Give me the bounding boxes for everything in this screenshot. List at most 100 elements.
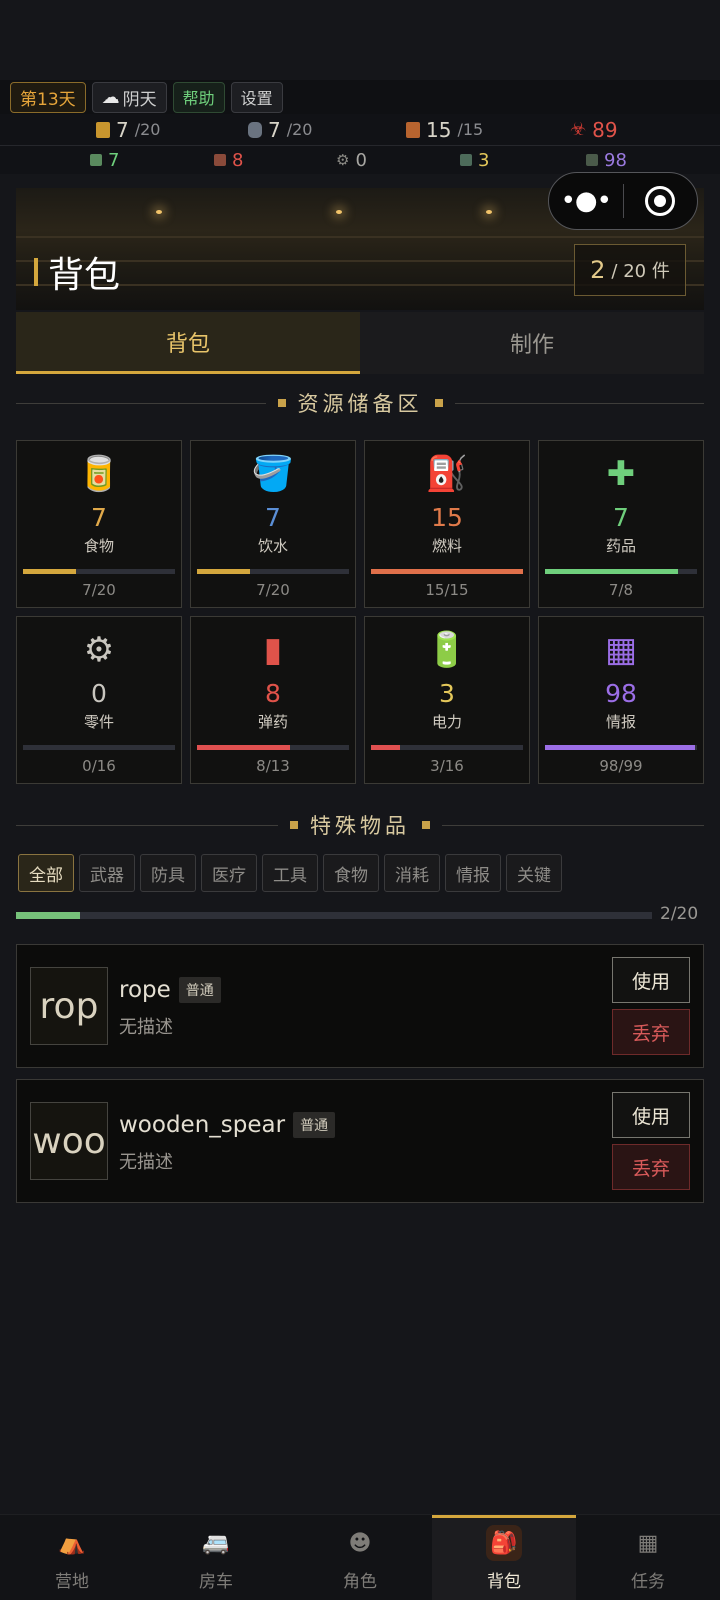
- resource-label: 零件: [83, 713, 114, 731]
- fuel-icon: [406, 121, 420, 138]
- use-button[interactable]: 使用: [612, 957, 690, 1003]
- resource-bar: [545, 569, 697, 574]
- stat-ammo-value: 8: [232, 149, 244, 171]
- nav-character[interactable]: ☻ 角色: [288, 1515, 432, 1600]
- stat-parts-value: 7: [108, 149, 120, 171]
- resource-card: 🥫 7 食物 7/20: [16, 440, 182, 608]
- tab-backpack[interactable]: 背包: [16, 312, 360, 374]
- stat-water-value: 7: [268, 117, 281, 142]
- camp-icon: ⛺: [58, 1530, 86, 1556]
- resource-bar-fill: [197, 569, 251, 574]
- stat-food-value: 7: [116, 117, 129, 142]
- settings-button[interactable]: 设置: [230, 81, 283, 113]
- special-items-header: 特殊物品: [16, 810, 704, 840]
- nav-tasks[interactable]: ▦ 任务: [576, 1515, 720, 1600]
- item-description: 无描述: [119, 1152, 173, 1173]
- page-title: 背包: [34, 246, 120, 298]
- stat-food-max: /20: [134, 120, 161, 139]
- tab-bar: 背包 制作: [16, 312, 704, 374]
- resource-label: 食物: [83, 537, 114, 555]
- tasks-icon: ▦: [637, 1530, 659, 1556]
- biohazard-icon: ☣: [570, 119, 587, 140]
- intel-files-icon: ▦: [604, 630, 638, 670]
- resource-card: ▮ 8 弹药 8/13: [190, 616, 356, 784]
- resource-capacity: 7/8: [608, 581, 634, 599]
- help-button[interactable]: 帮助: [172, 81, 225, 113]
- resource-card: 🪣 7 饮水 7/20: [190, 440, 356, 608]
- capacity-count: 2: [590, 256, 606, 284]
- stat-intel: 98: [586, 150, 627, 171]
- stat-gear: ⚙ 0: [336, 150, 367, 171]
- bottom-nav: ⛺ 营地 🚐 房车 ☻ 角色 🎒 背包 ▦ 任务: [0, 1514, 720, 1600]
- filter-armor[interactable]: 防具: [140, 854, 196, 892]
- filter-medical[interactable]: 医疗: [201, 854, 257, 892]
- filter-food[interactable]: 食物: [323, 854, 379, 892]
- ammo-icon: [214, 154, 226, 166]
- day-badge: 第13天: [10, 81, 86, 113]
- resource-capacity: 0/16: [82, 757, 116, 775]
- tab-crafting[interactable]: 制作: [360, 312, 704, 374]
- nav-label: 房车: [199, 1572, 233, 1592]
- stat-fuel-max: /15: [457, 120, 484, 139]
- battery-icon: [460, 154, 472, 166]
- filter-consumables[interactable]: 消耗: [384, 854, 440, 892]
- discard-button[interactable]: 丢弃: [612, 1144, 690, 1190]
- resource-value: 15: [431, 503, 463, 532]
- resource-capacity: 98/99: [599, 757, 643, 775]
- stat-threat-value: 89: [592, 117, 618, 142]
- resource-card: ⚙ 0 零件 0/16: [16, 616, 182, 784]
- intel-icon: [586, 154, 598, 166]
- battery-icon: 🔋: [425, 630, 469, 670]
- mini-program-capsule: •●•: [548, 172, 698, 230]
- stat-fuel-value: 15: [426, 117, 452, 142]
- nav-label: 背包: [487, 1572, 521, 1592]
- resource-value: 98: [605, 679, 637, 708]
- more-menu-icon[interactable]: •●•: [549, 186, 623, 216]
- filter-weapons[interactable]: 武器: [79, 854, 135, 892]
- resource-label: 饮水: [257, 537, 288, 555]
- stat-threat: ☣ 89: [570, 118, 618, 142]
- nav-camp[interactable]: ⛺ 营地: [0, 1515, 144, 1600]
- close-target-icon[interactable]: [624, 186, 698, 216]
- resource-label: 情报: [605, 713, 636, 731]
- resource-bar: [371, 569, 523, 574]
- resource-card: ✚ 7 药品 7/8: [538, 440, 704, 608]
- water-bucket-icon: 🪣: [251, 454, 295, 494]
- resource-capacity: 8/13: [256, 757, 290, 775]
- rv-icon: 🚐: [202, 1530, 230, 1556]
- jerrycan-icon: ⛽: [425, 454, 469, 494]
- discard-button[interactable]: 丢弃: [612, 1009, 690, 1055]
- items-progress-fill: [16, 912, 80, 919]
- stat-fuel: 15/15: [406, 118, 483, 142]
- nav-label: 任务: [631, 1572, 665, 1592]
- stat-water: 7/20: [248, 118, 312, 142]
- resource-capacity: 7/20: [82, 581, 116, 599]
- use-button[interactable]: 使用: [612, 1092, 690, 1138]
- nav-rv[interactable]: 🚐 房车: [144, 1515, 288, 1600]
- resource-capacity: 15/15: [425, 581, 469, 599]
- nav-label: 角色: [343, 1572, 377, 1592]
- filter-tools[interactable]: 工具: [262, 854, 318, 892]
- nav-backpack[interactable]: 🎒 背包: [432, 1515, 576, 1600]
- resource-bar: [23, 745, 175, 750]
- item-thumbnail: rop: [30, 967, 108, 1045]
- filter-intel[interactable]: 情报: [445, 854, 501, 892]
- item-name-row: wooden_spear 普通: [119, 1112, 336, 1138]
- stat-parts: 7: [90, 150, 119, 171]
- item-name: wooden_spear: [119, 1112, 286, 1138]
- resource-value: 7: [91, 503, 107, 532]
- resource-bar: [371, 745, 523, 750]
- item-description: 无描述: [119, 1017, 173, 1038]
- resource-stats-primary: 7/20 7/20 15/15 ☣ 89: [0, 114, 720, 146]
- capacity-counter: 2 / 20 件: [574, 244, 686, 296]
- food-can-icon: [96, 121, 110, 138]
- filter-key[interactable]: 关键: [506, 854, 562, 892]
- resource-bar-fill: [371, 569, 523, 574]
- nav-label: 营地: [55, 1572, 89, 1592]
- water-bottle-icon: [248, 121, 262, 138]
- resource-bar: [197, 569, 349, 574]
- special-items-title: 特殊物品: [310, 814, 410, 838]
- filter-all[interactable]: 全部: [18, 854, 74, 892]
- resource-section-title: 资源储备区: [297, 392, 423, 416]
- ammo-box-icon: ▮: [263, 630, 283, 670]
